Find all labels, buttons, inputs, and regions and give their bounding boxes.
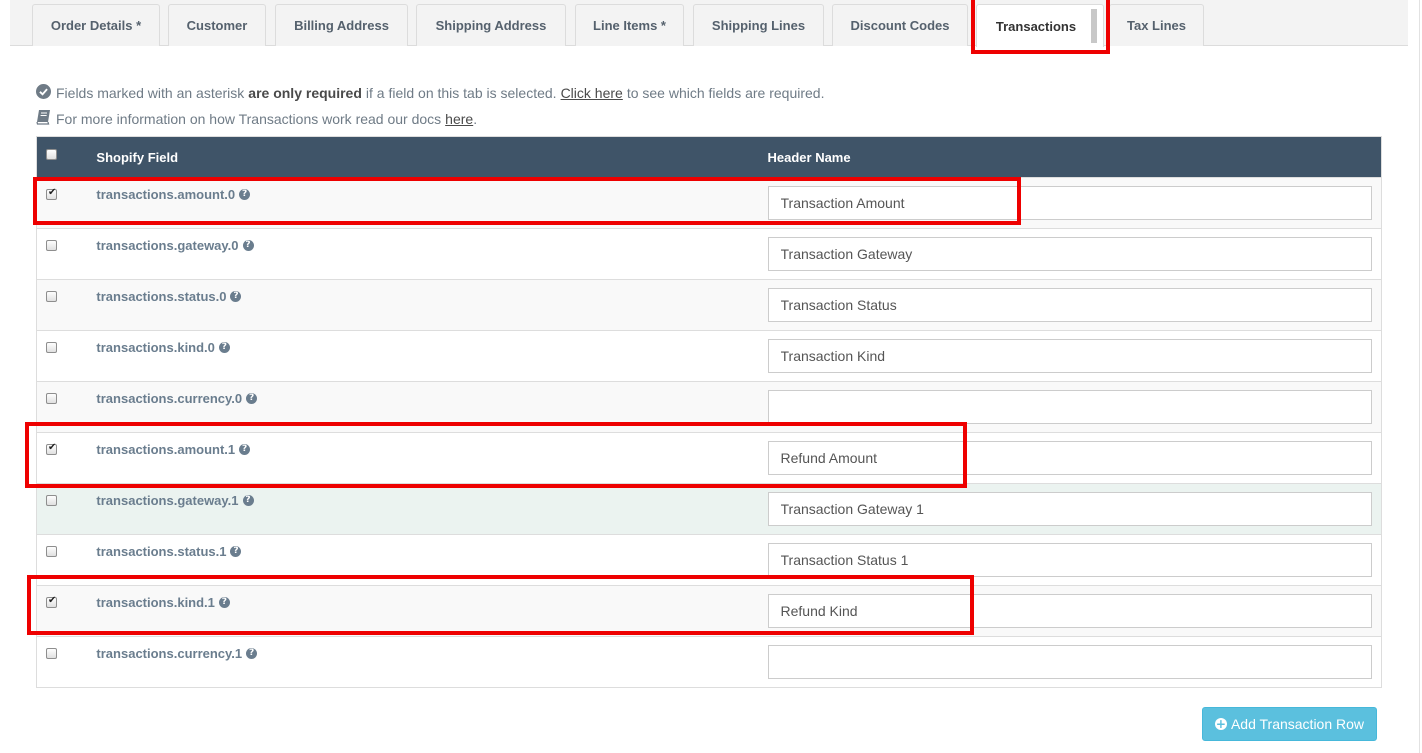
tab-scroll-handle xyxy=(1091,9,1097,43)
tab-label: Transactions xyxy=(995,18,1077,34)
tab-label: Discount Codes xyxy=(850,18,950,33)
note-text: . xyxy=(473,110,478,127)
select-all-checkbox[interactable] xyxy=(46,148,57,160)
field-name: transactions.amount.1 xyxy=(96,442,236,457)
row-checkbox[interactable] xyxy=(46,595,57,608)
field-name: transactions.currency.1 xyxy=(96,646,243,661)
header-name-input[interactable] xyxy=(767,288,1372,322)
header-name-input[interactable] xyxy=(767,492,1372,526)
row-checkbox[interactable] xyxy=(46,546,57,557)
help-icon[interactable]: ? xyxy=(218,597,230,608)
table-row: transactions.amount.1? xyxy=(36,432,1382,484)
tab-shipping-address[interactable]: Shipping Address xyxy=(416,4,566,46)
table-row: transactions.status.0? xyxy=(36,279,1382,331)
field-name: transactions.currency.0 xyxy=(96,391,243,406)
row-checkbox[interactable] xyxy=(46,342,57,353)
tab-shipping-lines[interactable]: Shipping Lines xyxy=(693,4,824,46)
column-header-shopify-field: Shopify Field xyxy=(96,149,179,165)
tab-label: Line Items * xyxy=(593,18,666,33)
help-icon[interactable]: ? xyxy=(230,546,242,557)
tab-billing-address[interactable]: Billing Address xyxy=(275,4,408,46)
row-checkbox[interactable] xyxy=(46,393,57,404)
header-name-input[interactable] xyxy=(767,237,1372,271)
tab-label: Shipping Lines xyxy=(711,18,806,33)
field-name: transactions.status.1 xyxy=(96,544,227,559)
note-text: For more information on how Transactions… xyxy=(56,110,442,127)
required-fields-link[interactable]: Click here xyxy=(561,85,623,101)
tab-label: Billing Address xyxy=(294,18,389,33)
tab-customer[interactable]: Customer xyxy=(168,4,266,46)
add-transaction-row-button[interactable]: + Add Transaction Row xyxy=(1202,707,1377,741)
header-name-input[interactable] xyxy=(767,441,1372,475)
row-checkbox[interactable] xyxy=(46,291,57,302)
docs-link[interactable]: here xyxy=(445,111,473,127)
transactions-field-table: Shopify Field Header Name transactions.a… xyxy=(36,136,1382,688)
book-icon xyxy=(36,109,51,128)
help-icon[interactable]: ? xyxy=(246,648,258,659)
help-icon[interactable]: ? xyxy=(242,240,254,251)
row-checkbox[interactable] xyxy=(46,648,57,659)
header-name-input[interactable] xyxy=(767,390,1372,424)
help-icon[interactable]: ? xyxy=(230,291,242,302)
field-name: transactions.kind.0 xyxy=(96,340,215,355)
header-name-input[interactable] xyxy=(767,645,1372,679)
table-row: transactions.status.1? xyxy=(36,534,1382,586)
help-icon[interactable]: ? xyxy=(239,189,251,200)
help-icon[interactable]: ? xyxy=(242,495,254,506)
docs-note: For more information on how Transactions… xyxy=(36,109,477,128)
field-name: transactions.kind.1 xyxy=(96,595,215,610)
field-name: transactions.gateway.0 xyxy=(96,238,239,253)
note-text: Fields marked with an asterisk xyxy=(56,85,245,101)
help-icon[interactable]: ? xyxy=(246,393,258,404)
table-row: transactions.gateway.1? xyxy=(36,483,1382,535)
help-icon[interactable]: ? xyxy=(239,444,251,455)
tab-line-items[interactable]: Line Items * xyxy=(575,4,684,46)
table-row: transactions.gateway.0? xyxy=(36,228,1382,280)
tab-label: Shipping Address xyxy=(435,18,547,33)
header-name-input[interactable] xyxy=(767,594,1372,628)
required-fields-note: Fields marked with an asterisk are only … xyxy=(36,84,824,102)
note-bold-text: are only required xyxy=(248,85,362,101)
header-name-input[interactable] xyxy=(767,543,1372,577)
tab-transactions[interactable]: Transactions xyxy=(976,4,1104,47)
tab-order-details[interactable]: Order Details * xyxy=(32,4,160,46)
tab-tax-lines[interactable]: Tax Lines xyxy=(1109,4,1204,46)
header-name-input[interactable] xyxy=(767,339,1372,373)
row-checkbox[interactable] xyxy=(46,495,57,506)
row-checkbox[interactable] xyxy=(46,187,57,200)
scrollbar-edge xyxy=(1419,0,1420,753)
column-header-header-name: Header Name xyxy=(767,149,851,165)
tab-discount-codes[interactable]: Discount Codes xyxy=(832,4,968,46)
table-row: transactions.currency.1? xyxy=(36,636,1382,688)
table-row: transactions.kind.0? xyxy=(36,330,1382,382)
check-circle-icon xyxy=(36,84,51,102)
field-name: transactions.status.0 xyxy=(96,289,227,304)
table-row: transactions.kind.1? xyxy=(36,585,1382,637)
note-text: to see which fields are required. xyxy=(626,85,825,101)
help-icon[interactable]: ? xyxy=(218,342,230,353)
note-text: if a field on this tab is selected. xyxy=(365,85,557,101)
table-header-row: Shopify Field Header Name xyxy=(36,136,1382,178)
table-row: transactions.amount.0? xyxy=(36,177,1382,229)
tab-label: Customer xyxy=(186,18,248,33)
plus-circle-icon: + xyxy=(1214,717,1227,731)
table-row: transactions.currency.0? xyxy=(36,381,1382,433)
field-name: transactions.gateway.1 xyxy=(96,493,239,508)
field-name: transactions.amount.0 xyxy=(96,187,236,202)
tab-label: Order Details * xyxy=(50,18,142,33)
add-button-label: Add Transaction Row xyxy=(1230,716,1365,732)
tab-label: Tax Lines xyxy=(1126,18,1186,33)
row-checkbox[interactable] xyxy=(46,240,57,251)
row-checkbox[interactable] xyxy=(46,442,57,455)
header-name-input[interactable] xyxy=(767,186,1372,220)
